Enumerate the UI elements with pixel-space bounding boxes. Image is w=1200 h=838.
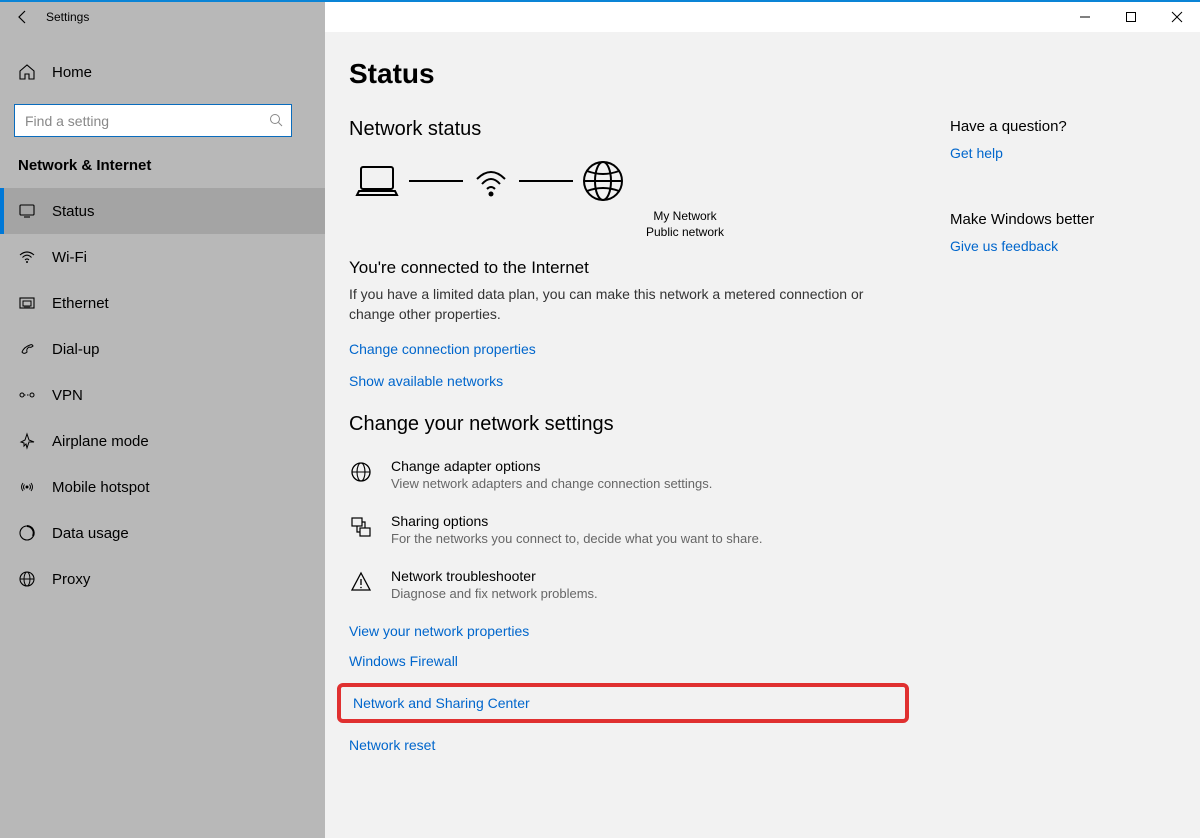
setting-title: Network troubleshooter — [391, 568, 598, 584]
network-sharing-center-link[interactable]: Network and Sharing Center — [353, 695, 530, 711]
home-icon — [18, 63, 36, 81]
arrow-left-icon — [15, 9, 31, 25]
sidebar-item-hotspot[interactable]: Mobile hotspot — [0, 464, 325, 510]
vpn-icon — [18, 386, 36, 404]
network-reset-link[interactable]: Network reset — [349, 737, 909, 753]
get-help-link[interactable]: Get help — [950, 145, 1003, 161]
sidebar-item-status[interactable]: Status — [0, 188, 325, 234]
page-title: Status — [349, 58, 909, 90]
search-box[interactable] — [14, 104, 292, 137]
diagram-line — [409, 180, 463, 182]
network-troubleshooter[interactable]: Network troubleshooter Diagnose and fix … — [349, 568, 909, 601]
network-name: My Network — [461, 209, 909, 225]
airplane-icon — [18, 432, 36, 450]
close-icon — [1171, 11, 1183, 23]
network-type: Public network — [461, 225, 909, 241]
sidebar-item-datausage[interactable]: Data usage — [0, 510, 325, 556]
change-settings-heading: Change your network settings — [349, 413, 909, 436]
change-connection-properties-link[interactable]: Change connection properties — [349, 341, 536, 357]
content-area: Status Network status My Network Public … — [325, 32, 1200, 838]
back-button[interactable] — [0, 2, 46, 32]
sidebar-item-ethernet[interactable]: Ethernet — [0, 280, 325, 326]
sidebar-item-vpn[interactable]: VPN — [0, 372, 325, 418]
adapter-icon — [349, 458, 373, 491]
network-status-heading: Network status — [349, 118, 909, 141]
sidebar: Home Network & Internet Status Wi-Fi Eth… — [0, 32, 325, 838]
minimize-icon — [1079, 11, 1091, 23]
sidebar-item-proxy[interactable]: Proxy — [0, 556, 325, 602]
feedback-link[interactable]: Give us feedback — [950, 238, 1058, 254]
dialup-icon — [18, 340, 36, 358]
connected-heading: You're connected to the Internet — [349, 258, 909, 278]
wifi-icon — [18, 248, 36, 266]
connected-description: If you have a limited data plan, you can… — [349, 284, 909, 325]
sidebar-category: Network & Internet — [0, 149, 325, 188]
close-button[interactable] — [1154, 2, 1200, 32]
diagram-labels: My Network Public network — [461, 209, 909, 240]
sidebar-item-label: Airplane mode — [52, 433, 149, 450]
hotspot-icon — [18, 478, 36, 496]
maximize-button[interactable] — [1108, 2, 1154, 32]
home-nav[interactable]: Home — [0, 52, 325, 92]
setting-title: Change adapter options — [391, 458, 712, 474]
sidebar-item-label: Proxy — [52, 571, 90, 588]
maximize-icon — [1125, 11, 1137, 23]
show-available-networks-link[interactable]: Show available networks — [349, 373, 503, 389]
question-heading: Have a question? — [950, 118, 1160, 135]
sidebar-item-dialup[interactable]: Dial-up — [0, 326, 325, 372]
laptop-icon — [353, 161, 401, 201]
sidebar-item-airplane[interactable]: Airplane mode — [0, 418, 325, 464]
sidebar-item-label: Wi-Fi — [52, 249, 87, 266]
sidebar-item-label: Dial-up — [52, 341, 100, 358]
network-diagram — [353, 159, 909, 203]
wifi-router-icon — [471, 161, 511, 201]
ethernet-icon — [18, 294, 36, 312]
sidebar-item-label: Status — [52, 203, 95, 220]
sidebar-item-label: VPN — [52, 387, 83, 404]
search-icon — [269, 113, 283, 127]
windows-firewall-link[interactable]: Windows Firewall — [349, 653, 909, 669]
sharing-options[interactable]: Sharing options For the networks you con… — [349, 513, 909, 546]
data-usage-icon — [18, 524, 36, 542]
home-label: Home — [52, 64, 92, 81]
troubleshooter-icon — [349, 568, 373, 601]
sidebar-item-label: Ethernet — [52, 295, 109, 312]
globe-icon — [581, 159, 625, 203]
search-input[interactable] — [23, 112, 283, 130]
window-title: Settings — [46, 10, 89, 24]
proxy-icon — [18, 570, 36, 588]
right-pane: Have a question? Get help Make Windows b… — [950, 118, 1160, 304]
status-icon — [18, 202, 36, 220]
minimize-button[interactable] — [1062, 2, 1108, 32]
setting-title: Sharing options — [391, 513, 762, 529]
highlighted-link-box: Network and Sharing Center — [337, 683, 909, 723]
setting-desc: For the networks you connect to, decide … — [391, 531, 762, 546]
titlebar: Settings — [0, 2, 1200, 32]
change-adapter-options[interactable]: Change adapter options View network adap… — [349, 458, 909, 491]
view-network-properties-link[interactable]: View your network properties — [349, 623, 909, 639]
sharing-icon — [349, 513, 373, 546]
setting-desc: View network adapters and change connect… — [391, 476, 712, 491]
diagram-line — [519, 180, 573, 182]
sidebar-item-label: Mobile hotspot — [52, 479, 150, 496]
sidebar-item-wifi[interactable]: Wi-Fi — [0, 234, 325, 280]
sidebar-item-label: Data usage — [52, 525, 129, 542]
better-heading: Make Windows better — [950, 211, 1160, 228]
setting-desc: Diagnose and fix network problems. — [391, 586, 598, 601]
